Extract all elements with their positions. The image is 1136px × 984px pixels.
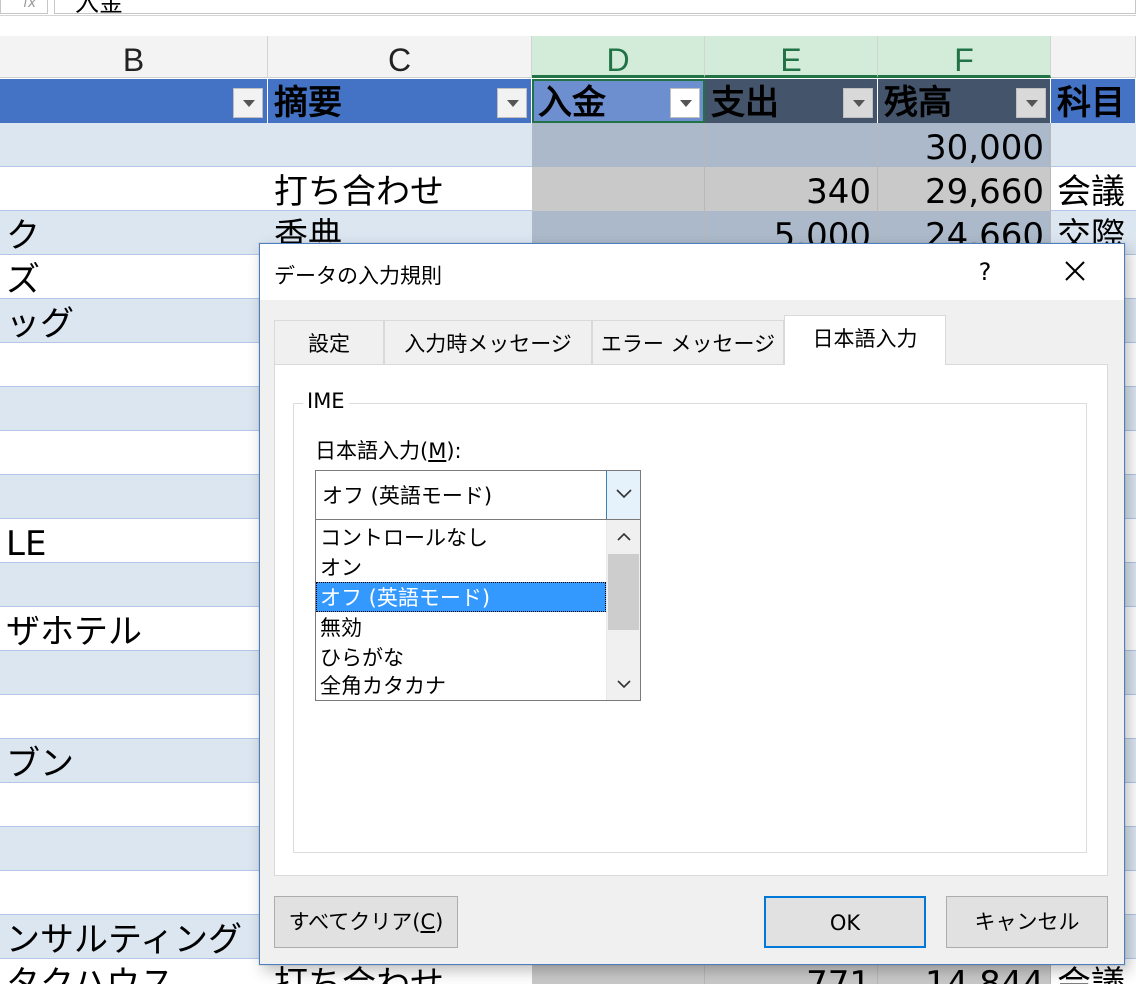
cancel-button[interactable]: キャンセル — [946, 896, 1108, 948]
tab-error-message[interactable]: エラー メッセージ — [592, 320, 784, 364]
table-cell-f[interactable]: 30,000 — [878, 123, 1051, 167]
close-button[interactable] — [1050, 250, 1100, 294]
table-cell-e[interactable]: 340 — [705, 167, 878, 211]
table-cell-b[interactable]: ズ — [0, 255, 268, 299]
column-header-b[interactable]: B — [0, 36, 268, 78]
table-cell-b[interactable]: ッグ — [0, 299, 268, 343]
scroll-down-button[interactable] — [607, 668, 640, 700]
table-cell-c[interactable] — [268, 123, 532, 167]
table-cell-b[interactable] — [0, 343, 268, 387]
ime-group-label: IME — [303, 389, 349, 413]
ok-button[interactable]: OK — [764, 896, 926, 948]
table-cell-d[interactable] — [532, 123, 705, 167]
table-cell-b[interactable] — [0, 431, 268, 475]
table-cell-b[interactable] — [0, 871, 268, 915]
table-cell-b[interactable] — [0, 123, 268, 167]
dialog-tabs: 設定 入力時メッセージ エラー メッセージ 日本語入力 — [274, 315, 1114, 365]
column-header-f[interactable]: F — [878, 36, 1051, 78]
help-button[interactable]: ? — [960, 250, 1010, 294]
option-hiragana[interactable]: ひらがな — [316, 642, 606, 672]
tab-input-message[interactable]: 入力時メッセージ — [384, 320, 592, 364]
formula-input[interactable]: 入金 — [54, 0, 1136, 14]
filter-dropdown-icon[interactable] — [1016, 88, 1046, 118]
table-header-cell[interactable]: 摘要 — [268, 79, 532, 123]
table-cell-b[interactable]: LE — [0, 519, 268, 563]
tab-settings[interactable]: 設定 — [274, 320, 384, 364]
option-no-control[interactable]: コントロールなし — [316, 522, 606, 552]
tab-panel-japanese-input: IME 日本語入力(M): オフ (英語モード) コントロールなし オン オフ … — [274, 364, 1108, 876]
filter-dropdown-icon[interactable] — [497, 88, 527, 118]
table-cell-b[interactable]: ブン — [0, 739, 268, 783]
column-header-d[interactable]: D — [532, 36, 705, 78]
option-on[interactable]: オン — [316, 552, 606, 582]
header-label: 摘要 — [274, 83, 342, 123]
option-disabled[interactable]: 無効 — [316, 612, 606, 642]
ime-mode-value: オフ (英語モード) — [322, 484, 493, 508]
header-label: 入金 — [538, 83, 606, 123]
filter-dropdown-icon[interactable] — [843, 88, 873, 118]
scroll-up-button[interactable] — [607, 520, 640, 552]
chevron-down-icon — [616, 680, 631, 689]
table-row: 30,000 — [0, 123, 1136, 167]
table-header-cell[interactable]: 科目 — [1051, 79, 1136, 123]
filter-dropdown-icon[interactable] — [233, 88, 263, 118]
header-label: 科目 — [1057, 83, 1125, 123]
ime-mode-options-list[interactable]: コントロールなし オン オフ (英語モード) 無効 ひらがな 全角カタカナ — [315, 519, 641, 701]
option-off-english[interactable]: オフ (英語モード) — [316, 582, 606, 612]
table-cell-g[interactable]: 会議 — [1051, 167, 1136, 211]
tab-japanese-input[interactable]: 日本語入力 — [784, 315, 946, 365]
filter-dropdown-icon[interactable] — [670, 88, 700, 118]
table-header-cell-active[interactable]: 入金 — [532, 79, 705, 123]
table-cell-g[interactable] — [1051, 123, 1136, 167]
close-icon — [1065, 261, 1085, 281]
chevron-up-icon — [616, 532, 631, 541]
column-headers: B C D E F — [0, 36, 1136, 78]
fx-icon[interactable]: fx — [0, 0, 48, 14]
table-cell-b[interactable] — [0, 695, 268, 739]
table-cell-b[interactable]: ンサルティング — [0, 915, 268, 959]
table-cell-b[interactable] — [0, 563, 268, 607]
option-full-katakana[interactable]: 全角カタカナ — [316, 670, 606, 700]
table-cell-d[interactable] — [532, 167, 705, 211]
list-scrollbar[interactable] — [606, 520, 640, 700]
table-header-cell[interactable] — [0, 79, 268, 123]
ime-mode-label: 日本語入力(M): — [315, 439, 462, 463]
table-cell-b[interactable] — [0, 783, 268, 827]
table-cell-b[interactable] — [0, 167, 268, 211]
column-header-c[interactable]: C — [268, 36, 532, 78]
table-cell-b[interactable]: タクハウス — [0, 959, 268, 984]
combo-dropdown-button[interactable] — [606, 471, 640, 519]
column-header-e[interactable]: E — [705, 36, 878, 78]
table-cell-b[interactable]: ザホテル — [0, 607, 268, 651]
table-cell-b[interactable] — [0, 827, 268, 871]
formula-bar: fx 入金 — [0, 0, 1136, 16]
table-cell-b[interactable]: ク — [0, 211, 268, 255]
header-label: 残高 — [884, 83, 952, 123]
table-cell-b[interactable] — [0, 387, 268, 431]
table-cell-e[interactable] — [705, 123, 878, 167]
table-header-cell[interactable]: 支出 — [705, 79, 878, 123]
column-header-g[interactable] — [1051, 36, 1136, 78]
table-cell-c[interactable]: 打ち合わせ — [268, 167, 532, 211]
table-cell-f[interactable]: 29,660 — [878, 167, 1051, 211]
table-header-row: 摘要 入金 支出 残高 科目 — [0, 79, 1136, 123]
table-cell-b[interactable] — [0, 651, 268, 695]
dialog-titlebar[interactable]: データの入力規則 ? — [260, 244, 1124, 300]
header-label: 支出 — [711, 83, 779, 123]
table-header-cell[interactable]: 残高 — [878, 79, 1051, 123]
ime-mode-select[interactable]: オフ (英語モード) — [315, 470, 641, 520]
data-validation-dialog: データの入力規則 ? 設定 入力時メッセージ エラー メッセージ 日本語入力 I… — [259, 243, 1125, 965]
chevron-down-icon — [616, 489, 632, 499]
table-cell-b[interactable] — [0, 475, 268, 519]
dialog-title: データの入力規則 — [274, 264, 442, 288]
scroll-thumb[interactable] — [608, 554, 639, 630]
clear-all-button[interactable]: すべてクリア(C) — [274, 896, 458, 948]
table-row: 打ち合わせ 340 29,660 会議 — [0, 167, 1136, 211]
